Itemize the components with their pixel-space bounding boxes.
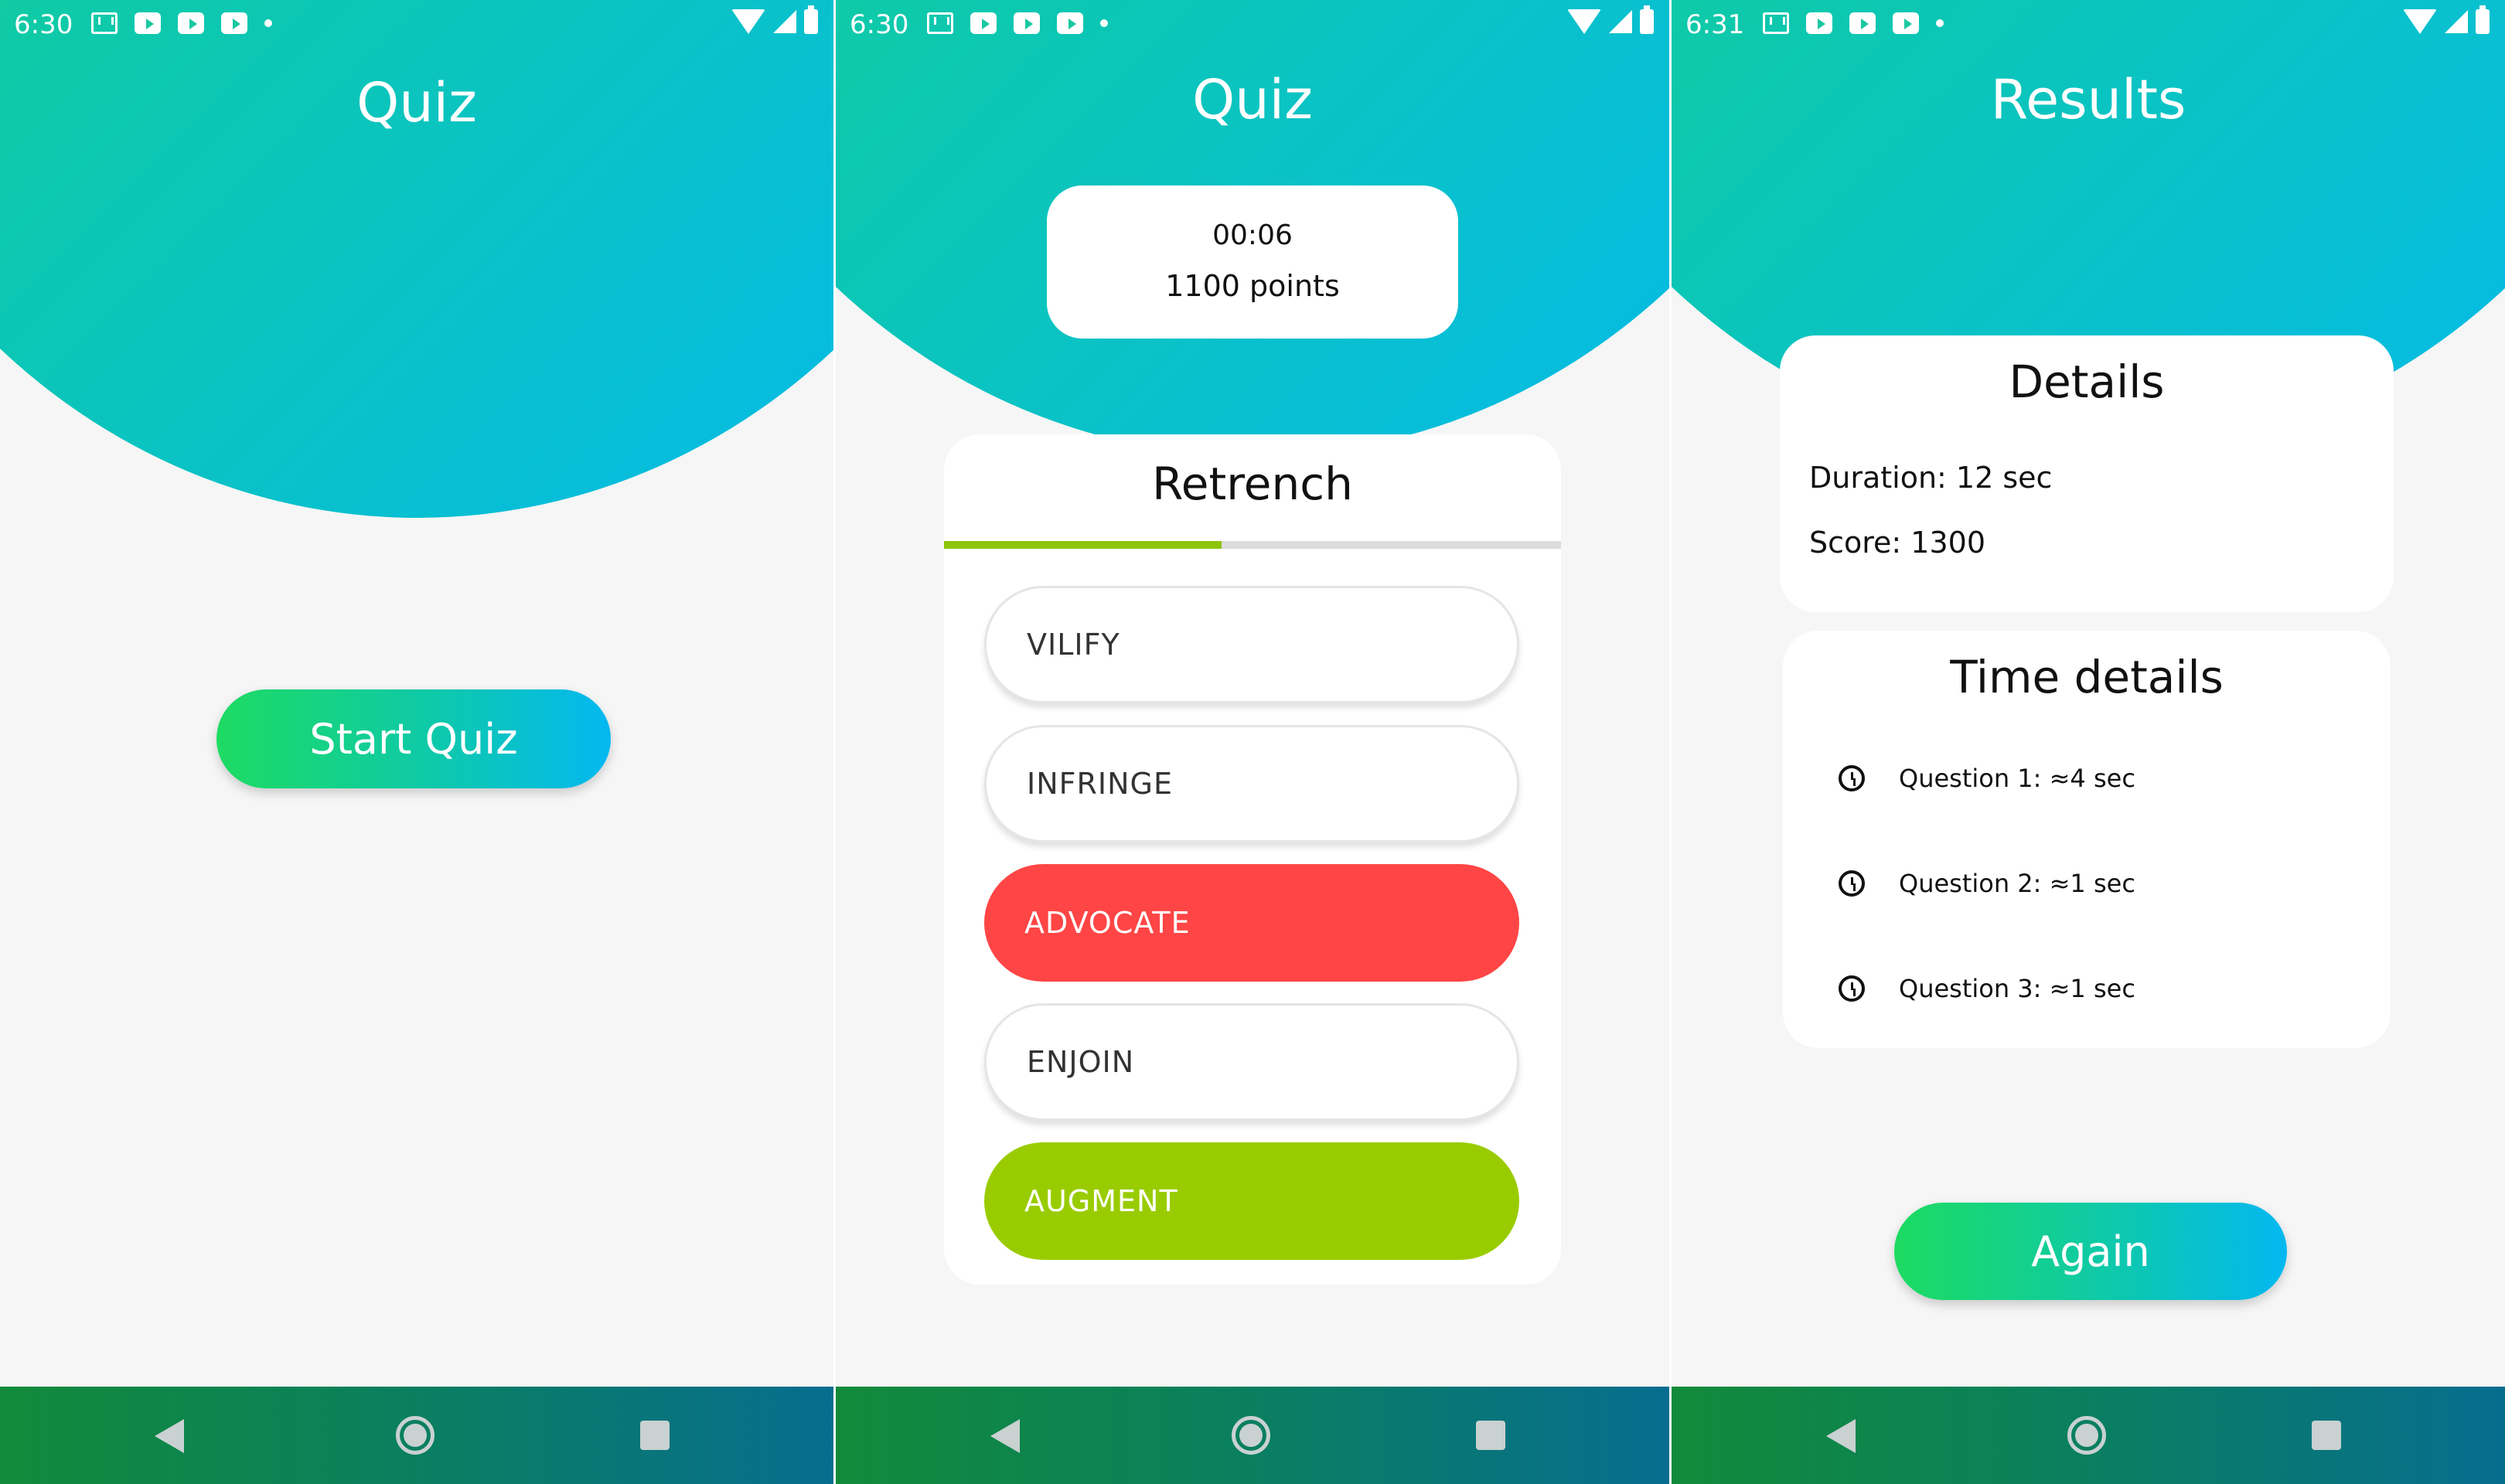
youtube-icon [1893,12,1919,34]
back-icon[interactable] [1826,1419,1856,1453]
navigation-bar [0,1387,833,1484]
answer-option-vilify[interactable]: VILIFY [984,586,1519,703]
clock-icon [1839,975,1865,1002]
navigation-bar [1672,1387,2505,1484]
page-title: Quiz [356,71,477,134]
question-time-label: Question 2: ≈1 sec [1899,869,2135,898]
answer-option-enjoin[interactable]: ENJOIN [984,1003,1519,1121]
details-title: Details [2009,356,2165,408]
again-button[interactable]: Again [1894,1203,2287,1300]
time-details-card: Time details Question 1: ≈4 sec Question… [1783,631,2391,1048]
status-bar: 6:30 [0,0,833,49]
youtube-icon [135,12,161,34]
navigation-bar [836,1387,1669,1484]
timer-value: 00:06 [1212,220,1293,251]
answer-option-augment[interactable]: AUGMENT [984,1142,1519,1260]
signal-icon [773,10,796,33]
youtube-icon [221,12,247,34]
answer-option-advocate[interactable]: ADVOCATE [984,864,1519,982]
status-bar: 6:30 [836,0,1669,49]
question-time-label: Question 1: ≈4 sec [1899,764,2135,793]
question-time-row: Question 2: ≈1 sec [1839,864,2135,903]
wifi-icon [1567,9,1601,34]
points-value: 1100 points [1165,269,1340,303]
signal-icon [1609,10,1632,33]
recents-icon[interactable] [1476,1421,1505,1450]
screen-quiz: 6:30 Quiz 00:06 1100 points Retrench VIL… [836,0,1669,1484]
youtube-icon [1849,12,1876,34]
screen-start: 6:30 Quiz Start Quiz [0,0,833,1484]
back-icon[interactable] [990,1419,1020,1453]
progress-fill [944,541,1222,549]
home-icon[interactable] [1232,1416,1270,1455]
youtube-icon [1014,12,1040,34]
recents-icon[interactable] [640,1421,670,1450]
home-icon[interactable] [2067,1416,2106,1455]
question-time-label: Question 3: ≈1 sec [1899,974,2135,1003]
gmail-icon [91,12,118,34]
youtube-icon [970,12,997,34]
gmail-icon [1763,12,1789,34]
dot-icon [1100,19,1108,27]
signal-icon [2445,10,2468,33]
screen-results: 6:31 Results Details Duration: 12 sec Sc… [1672,0,2505,1484]
back-icon[interactable] [155,1419,184,1453]
wifi-icon [731,9,765,34]
page-title: Quiz [1192,68,1313,131]
question-card: Retrench VILIFY INFRINGE ADVOCATE ENJOIN… [944,434,1561,1285]
duration-label: Duration: 12 sec [1809,461,2053,495]
page-title: Results [1990,68,2186,131]
status-bar: 6:31 [1672,0,2505,49]
clock-icon [1839,765,1865,791]
question-progress-bar [944,541,1561,549]
home-icon[interactable] [396,1416,435,1455]
youtube-icon [178,12,204,34]
clock-icon [1839,870,1865,897]
status-time: 6:30 [14,9,73,40]
gmail-icon [927,12,953,34]
battery-icon [2476,5,2490,34]
start-quiz-button[interactable]: Start Quiz [216,689,611,788]
dot-icon [1936,19,1944,27]
question-time-row: Question 3: ≈1 sec [1839,969,2135,1008]
score-label: Score: 1300 [1809,526,1986,560]
details-card: Details Duration: 12 sec Score: 1300 [1780,335,2394,612]
youtube-icon [1057,12,1083,34]
wifi-icon [2403,9,2437,34]
time-details-title: Time details [1950,651,2224,703]
timer-card: 00:06 1100 points [1047,186,1458,339]
answer-option-infringe[interactable]: INFRINGE [984,725,1519,842]
battery-icon [804,5,818,34]
status-time: 6:31 [1685,9,1745,40]
question-word: Retrench [1152,458,1353,510]
dot-icon [264,19,272,27]
battery-icon [1640,5,1654,34]
recents-icon[interactable] [2312,1421,2341,1450]
status-time: 6:30 [850,9,909,40]
question-time-row: Question 1: ≈4 sec [1839,759,2135,798]
youtube-icon [1806,12,1832,34]
